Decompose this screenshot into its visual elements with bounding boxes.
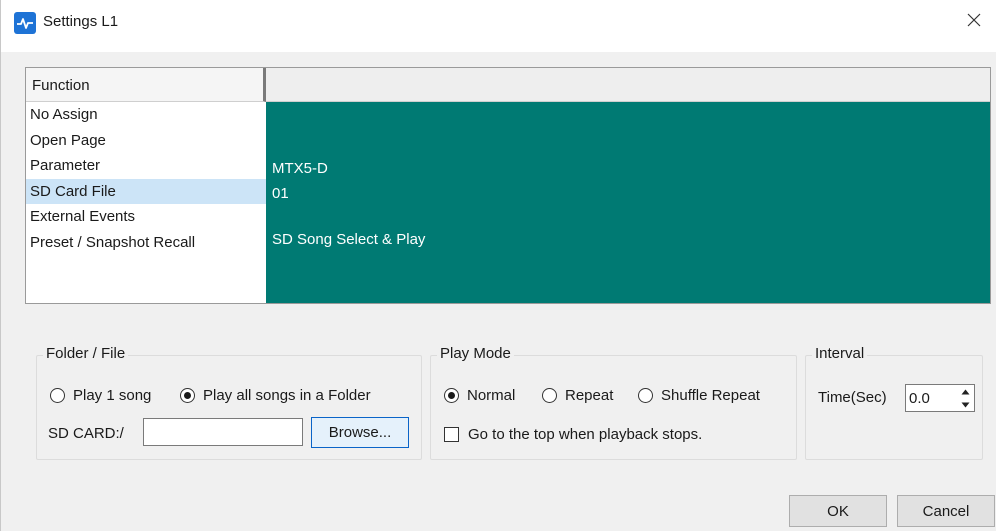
function-detail-pane: MTX5-D 01 SD Song Select & Play xyxy=(266,102,990,303)
function-list: No Assign Open Page Parameter SD Card Fi… xyxy=(26,102,266,303)
function-item-sd-card-file[interactable]: SD Card File xyxy=(26,178,266,204)
title-bar: Settings L1 xyxy=(1,0,996,52)
play-mode-label: Play Mode xyxy=(437,345,514,362)
window-title: Settings L1 xyxy=(43,13,119,30)
normal-radio[interactable]: Normal xyxy=(444,387,515,404)
sd-card-path-input[interactable] xyxy=(143,418,303,446)
spin-up-icon xyxy=(961,389,970,394)
close-button[interactable] xyxy=(951,0,996,40)
play-all-songs-radio[interactable]: Play all songs in a Folder xyxy=(180,387,371,404)
settings-dialog: Settings L1 Function No Assign Open Page… xyxy=(0,0,996,531)
interval-group: Interval Time(Sec) 0.0 xyxy=(805,345,983,460)
repeat-label: Repeat xyxy=(565,387,614,404)
function-item-open-page[interactable]: Open Page xyxy=(26,128,266,154)
function-panel: Function No Assign Open Page Parameter S… xyxy=(25,67,991,304)
repeat-radio[interactable]: Repeat xyxy=(542,387,613,404)
close-icon xyxy=(967,13,981,27)
go-to-top-label: Go to the top when playback stops. xyxy=(468,426,703,443)
interval-label: Interval xyxy=(812,345,868,362)
play-one-song-label: Play 1 song xyxy=(73,387,152,404)
function-item-preset-snapshot-recall[interactable]: Preset / Snapshot Recall xyxy=(26,230,266,256)
cancel-button[interactable]: Cancel xyxy=(897,495,995,527)
detail-device: MTX5-D xyxy=(272,160,328,177)
radio-indicator xyxy=(638,388,653,403)
play-all-songs-label: Play all songs in a Folder xyxy=(203,387,371,404)
function-column-header[interactable]: Function xyxy=(26,68,266,102)
time-sec-label: Time(Sec) xyxy=(818,389,887,406)
browse-button[interactable]: Browse... xyxy=(311,417,409,448)
radio-indicator xyxy=(444,388,459,403)
detail-action: SD Song Select & Play xyxy=(272,231,426,248)
time-sec-value[interactable]: 0.0 xyxy=(909,390,930,407)
play-one-song-radio[interactable]: Play 1 song xyxy=(50,387,151,404)
radio-indicator xyxy=(50,388,65,403)
detail-number: 01 xyxy=(272,185,289,202)
play-mode-group: Play Mode Normal Repeat Shuffle Repeat G… xyxy=(430,345,797,460)
folder-file-label: Folder / File xyxy=(43,345,129,362)
normal-label: Normal xyxy=(467,387,516,404)
checkbox-indicator xyxy=(444,427,459,442)
function-item-no-assign[interactable]: No Assign xyxy=(26,102,266,128)
go-to-top-checkbox[interactable]: Go to the top when playback stops. xyxy=(444,426,702,443)
shuffle-repeat-label: Shuffle Repeat xyxy=(661,387,760,404)
detail-column-header[interactable] xyxy=(266,68,990,102)
ok-button[interactable]: OK xyxy=(789,495,887,527)
radio-indicator xyxy=(180,388,195,403)
function-item-external-events[interactable]: External Events xyxy=(26,204,266,230)
time-sec-spinbox[interactable]: 0.0 xyxy=(905,384,975,412)
spin-down-icon xyxy=(961,402,970,407)
spin-down-button[interactable] xyxy=(957,398,974,411)
function-item-parameter[interactable]: Parameter xyxy=(26,153,266,179)
shuffle-repeat-radio[interactable]: Shuffle Repeat xyxy=(638,387,760,404)
radio-indicator xyxy=(542,388,557,403)
sd-card-path-label: SD CARD:/ xyxy=(48,425,124,442)
app-icon xyxy=(14,12,36,34)
spin-up-button[interactable] xyxy=(957,385,974,398)
folder-file-group: Folder / File Play 1 song Play all songs… xyxy=(36,345,422,460)
